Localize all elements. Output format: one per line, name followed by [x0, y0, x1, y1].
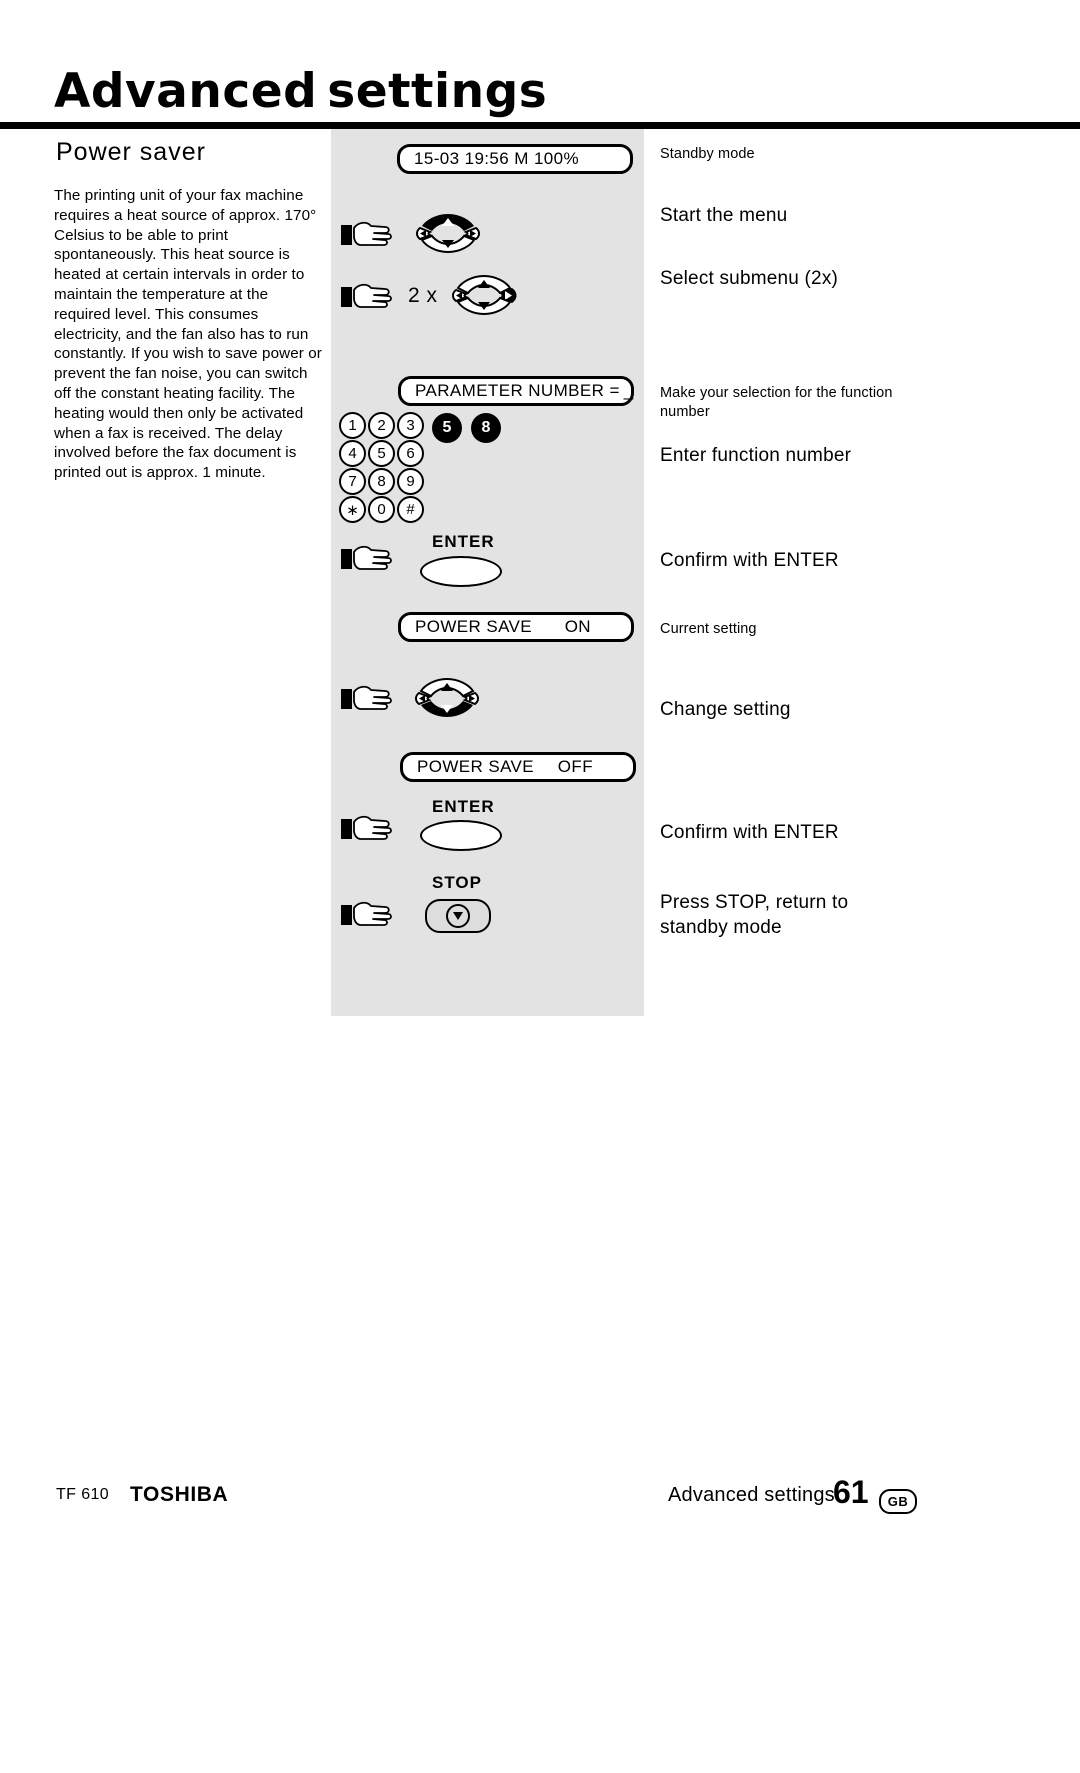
page-title: Advanced settings — [54, 64, 547, 119]
keypad-key-asterisk[interactable]: ∗ — [339, 496, 366, 523]
keypad-row: ∗ 0 # — [339, 496, 469, 524]
stop-button[interactable] — [425, 899, 491, 933]
lcd-standby-display: 15-03 19:56 M 100% — [397, 144, 633, 174]
keypad-row: 7 8 9 — [339, 468, 469, 496]
annotation-enter-function-number: Enter function number — [660, 445, 852, 466]
lcd-standby-text: 15-03 19:56 M 100% — [414, 149, 580, 168]
hand-pointer-icon — [340, 540, 394, 574]
highlighted-key[interactable]: 5 — [432, 413, 462, 443]
keypad-key-hash[interactable]: # — [397, 496, 424, 523]
navigation-rocker-up[interactable] — [408, 210, 488, 256]
lcd-power-save-on-value: ON — [564, 617, 591, 636]
page-title-word-2: settings — [327, 64, 548, 119]
lcd-parameter-cursor: _ — [623, 381, 634, 400]
lcd-power-save-off-display: POWER SAVE OFF — [400, 752, 636, 782]
annotation-start-menu: Start the menu — [660, 205, 788, 226]
lcd-power-save-on-label: POWER SAVE — [415, 617, 533, 636]
highlighted-key[interactable]: 8 — [471, 413, 501, 443]
annotation-make-selection: Make your selection for the function num… — [660, 385, 893, 420]
manual-page: Advanced settings Power saver The printin… — [0, 0, 1080, 1773]
enter-button[interactable] — [420, 820, 502, 851]
annotation-confirm-enter-1: Confirm with ENTER — [660, 550, 839, 571]
lcd-power-save-off-label: POWER SAVE — [417, 757, 535, 776]
footer-language-badge: GB — [879, 1489, 917, 1514]
keypad-key[interactable]: 7 — [339, 468, 366, 495]
stop-icon — [446, 904, 470, 928]
enter-button-label: ENTER — [432, 797, 495, 816]
hand-pointer-icon — [340, 896, 394, 930]
keypad-key[interactable]: 9 — [397, 468, 424, 495]
hand-pointer-icon — [340, 278, 394, 312]
keypad-key[interactable]: 4 — [339, 440, 366, 467]
page-title-word-1: Advanced — [54, 64, 318, 119]
annotation-current-setting: Current setting — [660, 621, 757, 637]
enter-button-label: ENTER — [432, 532, 495, 551]
lcd-power-save-on-display: POWER SAVE ON — [398, 612, 634, 642]
stop-button-label: STOP — [432, 873, 482, 892]
navigation-rocker-right[interactable] — [444, 272, 524, 318]
keypad-row: 4 5 6 — [339, 440, 469, 468]
section-title: Power saver — [56, 138, 206, 166]
keypad-key[interactable]: 1 — [339, 412, 366, 439]
footer-page-number: 61 — [833, 1474, 869, 1510]
annotation-confirm-enter-2: Confirm with ENTER — [660, 822, 839, 843]
annotation-press-stop: Press STOP, return to standby mode — [660, 892, 849, 938]
header-divider — [0, 122, 1080, 129]
enter-button[interactable] — [420, 556, 502, 587]
footer-brand: TOSHIBA — [130, 1483, 229, 1506]
lcd-parameter-display: PARAMETER NUMBER = _ — [398, 376, 634, 406]
keypad-key[interactable]: 0 — [368, 496, 395, 523]
keypad-key[interactable]: 3 — [397, 412, 424, 439]
annotation-change-setting: Change setting — [660, 699, 791, 720]
annotation-select-submenu: Select submenu (2x) — [660, 268, 839, 289]
lcd-power-save-off-value: OFF — [557, 757, 593, 776]
hand-pointer-icon — [340, 216, 394, 250]
keypad-key[interactable]: 6 — [397, 440, 424, 467]
footer-section: Advanced settings — [668, 1484, 835, 1506]
hand-pointer-icon — [340, 810, 394, 844]
section-body-text: The printing unit of your fax machine re… — [54, 187, 322, 482]
keypad-key[interactable]: 2 — [368, 412, 395, 439]
keypad-key[interactable]: 8 — [368, 468, 395, 495]
keypad-key[interactable]: 5 — [368, 440, 395, 467]
lcd-parameter-label: PARAMETER NUMBER = — [415, 381, 620, 400]
annotation-standby-mode: Standby mode — [660, 146, 755, 162]
page-footer: TF 610 TOSHIBA Advanced settings 61 GB — [0, 1474, 1080, 1546]
navigation-rocker-down[interactable] — [407, 675, 487, 721]
repeat-count-label: 2 x — [408, 284, 438, 307]
hand-pointer-icon — [340, 680, 394, 714]
footer-model: TF 610 — [56, 1486, 110, 1503]
highlighted-keys: 5 8 — [432, 413, 510, 443]
